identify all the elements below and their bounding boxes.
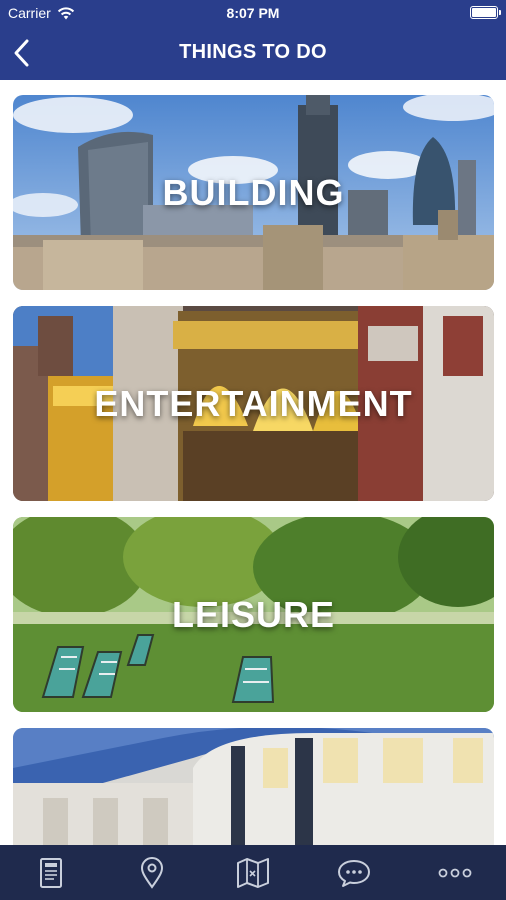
category-card-building[interactable]: BUILDING xyxy=(13,95,494,290)
folded-map-icon xyxy=(237,857,269,888)
chat-bubble-icon xyxy=(338,859,371,887)
status-bar: Carrier 8:07 PM xyxy=(0,0,506,28)
status-time: 8:07 PM xyxy=(226,5,280,21)
category-card-entertainment[interactable]: ENTERTAINMENT xyxy=(13,306,494,501)
tab-location[interactable] xyxy=(101,845,202,900)
category-card-leisure[interactable]: LEISURE xyxy=(13,517,494,712)
category-card-museum[interactable]: MUSEUM xyxy=(13,728,494,845)
tab-guide[interactable] xyxy=(0,845,101,900)
battery-icon xyxy=(470,6,501,19)
tab-bar xyxy=(0,845,506,900)
more-icon xyxy=(439,868,472,877)
category-label: BUILDING xyxy=(162,171,345,213)
tab-more[interactable] xyxy=(405,845,506,900)
category-list: BUILDING ENTERTAINMENT LEISURE xyxy=(0,80,506,845)
category-label: ENTERTAINMENT xyxy=(94,382,413,424)
category-label: MUSEUM xyxy=(13,728,494,845)
page-title: THINGS TO DO xyxy=(179,41,327,63)
map-pin-icon xyxy=(140,856,163,889)
tab-map[interactable] xyxy=(202,845,303,900)
app-header: Carrier 8:07 PM THINGS TO DO xyxy=(0,0,506,80)
guide-book-icon xyxy=(39,857,62,888)
tab-chat[interactable] xyxy=(304,845,405,900)
navigation-bar: THINGS TO DO xyxy=(0,28,506,78)
category-label: LEISURE xyxy=(171,593,336,635)
